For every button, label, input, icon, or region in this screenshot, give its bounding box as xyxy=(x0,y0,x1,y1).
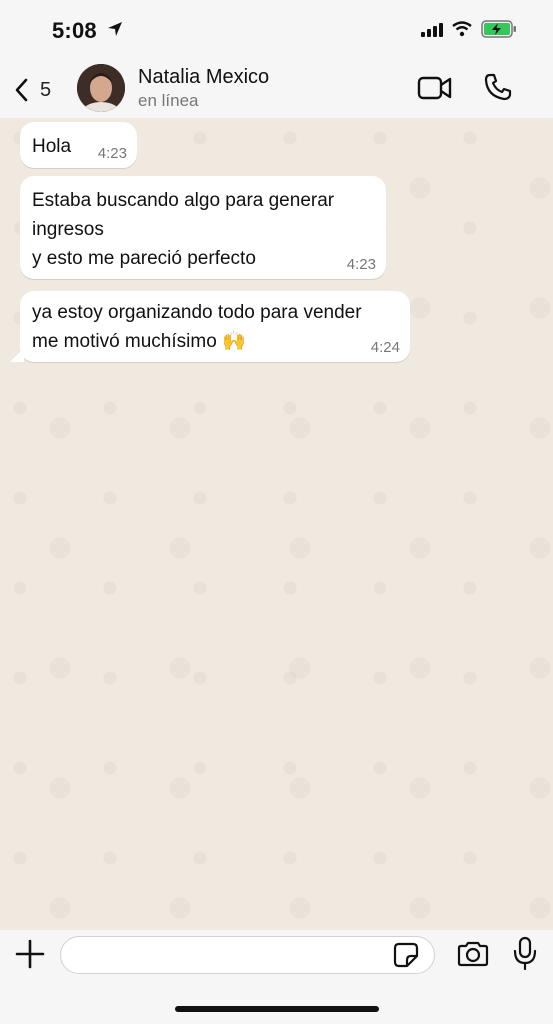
chat-messages[interactable]: Hola 4:23 Estaba buscando algo para gene… xyxy=(0,118,553,930)
home-indicator[interactable] xyxy=(175,1006,379,1012)
status-time: 5:08 xyxy=(52,18,97,43)
voice-call-button[interactable] xyxy=(483,72,513,107)
attach-button[interactable] xyxy=(14,938,46,975)
chevron-left-icon xyxy=(15,78,28,102)
video-call-button[interactable] xyxy=(417,74,453,107)
microphone-button[interactable] xyxy=(512,936,538,977)
sticker-icon xyxy=(393,942,419,968)
phone-icon xyxy=(484,73,512,101)
contact-avatar[interactable] xyxy=(77,64,125,112)
microphone-icon xyxy=(513,936,537,971)
camera-button[interactable] xyxy=(456,940,490,973)
sticker-button[interactable] xyxy=(393,942,419,973)
back-button[interactable]: 5 xyxy=(14,74,64,106)
message-text: Estaba buscando algo para generar xyxy=(32,190,335,211)
message-bubble[interactable]: Estaba buscando algo para generar ingres… xyxy=(20,176,386,279)
composer-bar xyxy=(0,930,553,1024)
message-text: ingresos xyxy=(32,219,104,240)
wifi-icon xyxy=(452,21,472,42)
battery-charging-icon xyxy=(481,20,517,43)
unread-count: 5 xyxy=(40,78,52,101)
message-time: 4:23 xyxy=(97,145,127,162)
camera-icon xyxy=(457,941,489,967)
chat-header: 5 Natalia Mexico en línea xyxy=(0,60,553,118)
message-bubble[interactable]: Hola 4:23 xyxy=(20,122,137,168)
message-input[interactable] xyxy=(60,936,435,974)
message-time: 4:23 xyxy=(346,256,376,273)
location-arrow-icon xyxy=(107,21,123,42)
cellular-signal-icon xyxy=(421,23,443,42)
message-time: 4:24 xyxy=(370,339,400,356)
message-bubble[interactable]: ya estoy organizando todo para vender me… xyxy=(10,291,410,362)
status-bar: 5:08 xyxy=(0,0,553,60)
contact-status: en línea xyxy=(138,91,199,110)
video-camera-icon xyxy=(417,76,452,100)
plus-icon xyxy=(15,939,45,969)
message-text: me motivó muchísimo 🙌 xyxy=(32,331,246,352)
message-text: ya estoy organizando todo para vender xyxy=(32,302,362,323)
contact-name[interactable]: Natalia Mexico xyxy=(138,66,269,89)
message-text: y esto me pareció perfecto xyxy=(32,248,256,269)
